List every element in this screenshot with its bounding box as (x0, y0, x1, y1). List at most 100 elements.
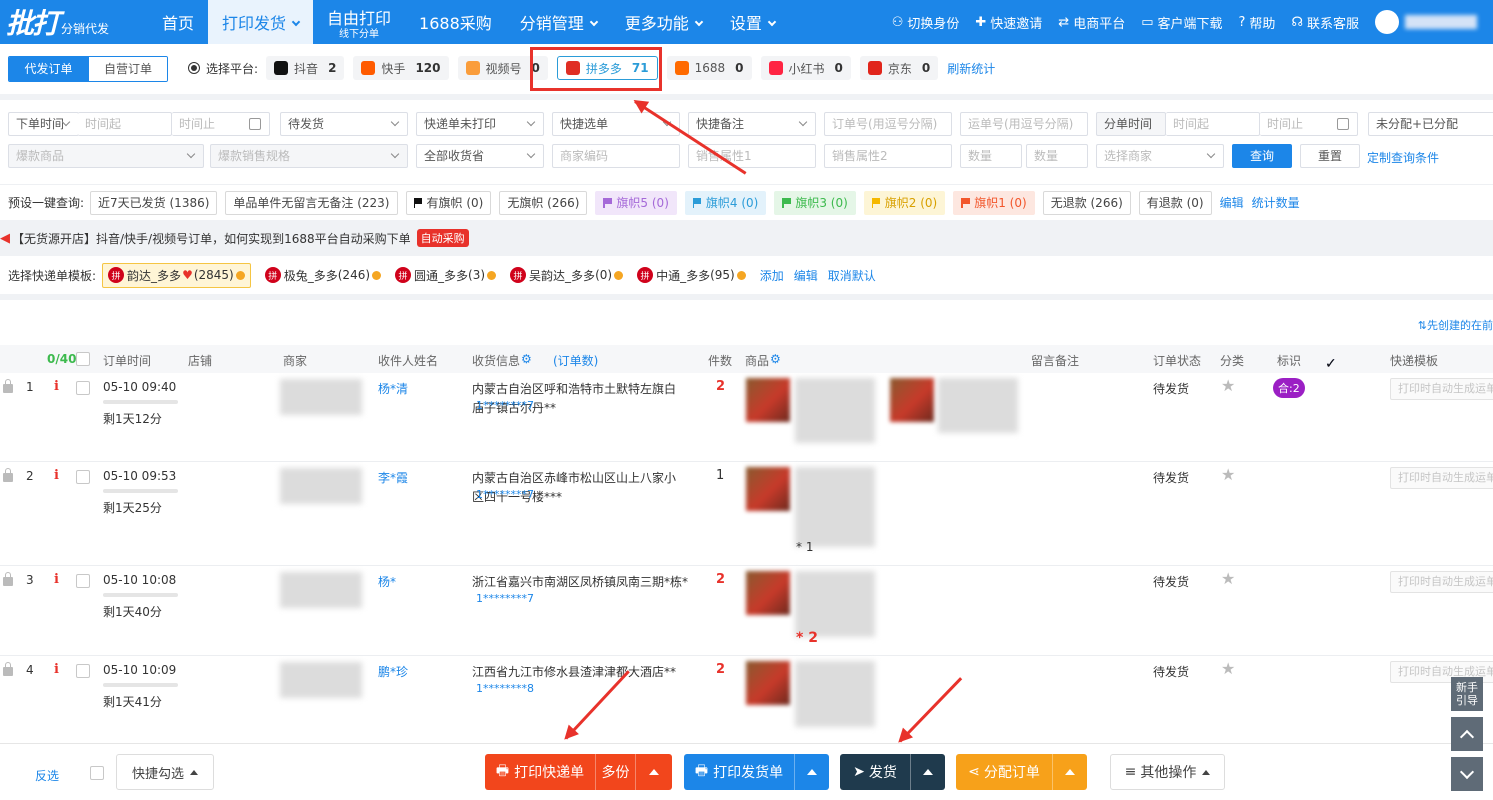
product-thumbnail[interactable] (746, 467, 790, 511)
scroll-top-button[interactable] (1451, 717, 1483, 751)
radio-icon[interactable] (188, 62, 200, 74)
scroll-bottom-button[interactable] (1451, 757, 1483, 791)
ship-menu[interactable] (910, 754, 945, 790)
col-order-count[interactable]: (订单数) (553, 352, 598, 369)
order-time-select[interactable]: 下单时间 (8, 112, 79, 136)
time-to-input[interactable]: 时间止 (172, 112, 270, 136)
time-from-input[interactable]: 时间起 (78, 112, 172, 136)
platform-chip-1[interactable]: 快手 120 (353, 56, 449, 80)
preset-button-7[interactable]: 旗帜2 (0) (863, 190, 946, 215)
user-menu[interactable] (1375, 10, 1477, 34)
preset-stats-link[interactable]: 统计数量 (1252, 194, 1300, 211)
phone-number[interactable]: 1********8 (476, 682, 534, 695)
preset-button-1[interactable]: 单品单件无留言无备注 (223) (225, 190, 398, 215)
nav-item-2[interactable]: 自由打印 线下分单 (313, 0, 405, 44)
express-template-field[interactable]: 打印时自动生成运单 (1390, 467, 1493, 489)
template-item-3[interactable]: 拼吴韵达_多多 (0) (510, 267, 624, 284)
header-link-2[interactable]: ⇄ 电商平台 (1058, 13, 1125, 32)
invert-selection-link[interactable]: 反选 (35, 767, 59, 784)
lock-icon[interactable] (3, 572, 13, 586)
receiver-name[interactable]: 杨*清 (378, 380, 408, 397)
tab-proxy-orders[interactable]: 代发订单 (9, 57, 88, 81)
express-template-field[interactable]: 打印时自动生成运单 (1390, 378, 1493, 400)
star-icon[interactable]: ★ (1221, 376, 1235, 395)
print-express-menu[interactable] (635, 754, 672, 790)
status-select[interactable]: 待发货 (280, 112, 408, 136)
header-link-3[interactable]: ▭ 客户端下载 (1141, 13, 1222, 32)
print-express-main[interactable]: 🖶 打印快递单 (485, 754, 595, 790)
table-row[interactable]: 3 i 05-10 10:08 剩1天40分 杨* 浙江省嘉兴市南湖区凤桥镇凤南三期*栋*… (0, 566, 1493, 656)
print-invoice-button[interactable]: 🖶 打印发货单 (684, 754, 829, 790)
template-cancel-default-link[interactable]: 取消默认 (828, 267, 876, 284)
star-icon[interactable]: ★ (1221, 659, 1235, 678)
sale-attr2-input[interactable]: 销售属性2 (824, 144, 952, 168)
nav-item-5[interactable]: 更多功能 (611, 0, 716, 44)
split-to-input[interactable]: 时间止 (1260, 112, 1358, 136)
merchant-select[interactable]: 选择商家 (1096, 144, 1224, 168)
template-item-0[interactable]: 拼韵达_多多 ♥ (2845) (102, 262, 251, 288)
select-all-checkbox[interactable] (76, 352, 90, 366)
template-item-2[interactable]: 拼圆通_多多 (3) (395, 267, 497, 284)
hot-spec-select[interactable]: 爆款销售规格 (210, 144, 408, 168)
qty-to-input[interactable]: 数量 (1026, 144, 1088, 168)
product-thumbnail[interactable] (890, 378, 934, 422)
platform-chip-4[interactable]: 1688 0 (666, 56, 752, 80)
nav-item-6[interactable]: 设置 (716, 0, 789, 44)
preset-edit-link[interactable]: 编辑 (1220, 194, 1244, 211)
receiver-name[interactable]: 李*霞 (378, 469, 408, 486)
gear-icon[interactable]: ⚙ (521, 352, 532, 366)
info-icon[interactable]: i (54, 572, 59, 587)
print-status-select[interactable]: 快递单未打印 (416, 112, 544, 136)
bottom-checkbox[interactable] (90, 766, 104, 780)
print-express-button[interactable]: 🖶 打印快递单 多份 (485, 754, 672, 790)
nav-item-1[interactable]: 打印发货 (208, 0, 314, 44)
custom-query-link[interactable]: 定制查询条件 (1367, 149, 1439, 166)
notice-text[interactable]: 【无货源开店】抖音/快手/视频号订单，如何实现到1688平台自动采购下单 (12, 230, 411, 247)
province-select[interactable]: 全部收货省 (416, 144, 544, 168)
gear-icon[interactable]: ⚙ (770, 352, 781, 366)
header-link-5[interactable]: ☊ 联系客服 (1291, 13, 1359, 32)
nav-item-4[interactable]: 分销管理 (506, 0, 611, 44)
row-checkbox[interactable] (76, 470, 90, 484)
star-icon[interactable]: ★ (1221, 569, 1235, 588)
product-thumbnail[interactable] (746, 661, 790, 705)
phone-number[interactable]: 1********7 (476, 488, 534, 501)
preset-button-9[interactable]: 无退款 (266) (1042, 190, 1131, 215)
ship-main[interactable]: ➤ 发货 (840, 754, 910, 790)
phone-number[interactable]: 1********7 (476, 592, 534, 605)
auto-purchase-badge[interactable]: 自动采购 (416, 229, 469, 247)
platform-chip-5[interactable]: 小红书 0 (760, 56, 851, 80)
preset-button-4[interactable]: 旗帜5 (0) (595, 190, 677, 215)
other-actions-button[interactable]: ≡ 其他操作 (1110, 754, 1225, 790)
lock-icon[interactable] (3, 379, 13, 393)
qty-from-input[interactable]: 数量 (960, 144, 1022, 168)
quick-note-select[interactable]: 快捷备注 (688, 112, 816, 136)
refresh-stats-link[interactable]: 刷新统计 (947, 60, 995, 77)
preset-button-2[interactable]: 有旗帜 (0) (405, 190, 492, 215)
quick-check-dropdown[interactable]: 快捷勾选 (116, 754, 214, 790)
receiver-name[interactable]: 鹏*珍 (378, 663, 408, 680)
star-icon[interactable]: ★ (1221, 465, 1235, 484)
template-item-1[interactable]: 拼极兔_多多 (246) (264, 267, 382, 284)
sort-order-link[interactable]: ⇅先创建的在前 (1418, 317, 1493, 333)
order-no-input[interactable]: 订单号(用逗号分隔) (824, 112, 952, 136)
multi-copy-button[interactable]: 多份 (595, 754, 635, 790)
reset-button[interactable]: 重置 (1300, 144, 1360, 168)
logo[interactable]: 批打 分销代发 (6, 0, 109, 44)
preset-button-6[interactable]: 旗帜3 (0) (774, 190, 856, 215)
preset-button-8[interactable]: 旗帜1 (0) (953, 190, 1035, 215)
assign-select[interactable]: 未分配+已分配 (1368, 112, 1493, 136)
newbie-guide-button[interactable]: 新手引导 (1451, 677, 1483, 711)
query-button[interactable]: 查询 (1232, 144, 1292, 168)
assign-order-menu[interactable] (1052, 754, 1087, 790)
lock-icon[interactable] (3, 662, 13, 676)
template-add-link[interactable]: 添加 (760, 267, 784, 284)
nav-item-0[interactable]: 首页 (148, 0, 208, 44)
platform-chip-6[interactable]: 京东 0 (859, 56, 939, 80)
print-invoice-menu[interactable] (794, 754, 829, 790)
row-checkbox[interactable] (76, 574, 90, 588)
preset-button-5[interactable]: 旗帜4 (0) (684, 190, 767, 215)
preset-button-10[interactable]: 有退款 (0) (1138, 190, 1212, 215)
header-link-4[interactable]: ? 帮助 (1239, 13, 1276, 32)
info-icon[interactable]: i (54, 468, 59, 483)
